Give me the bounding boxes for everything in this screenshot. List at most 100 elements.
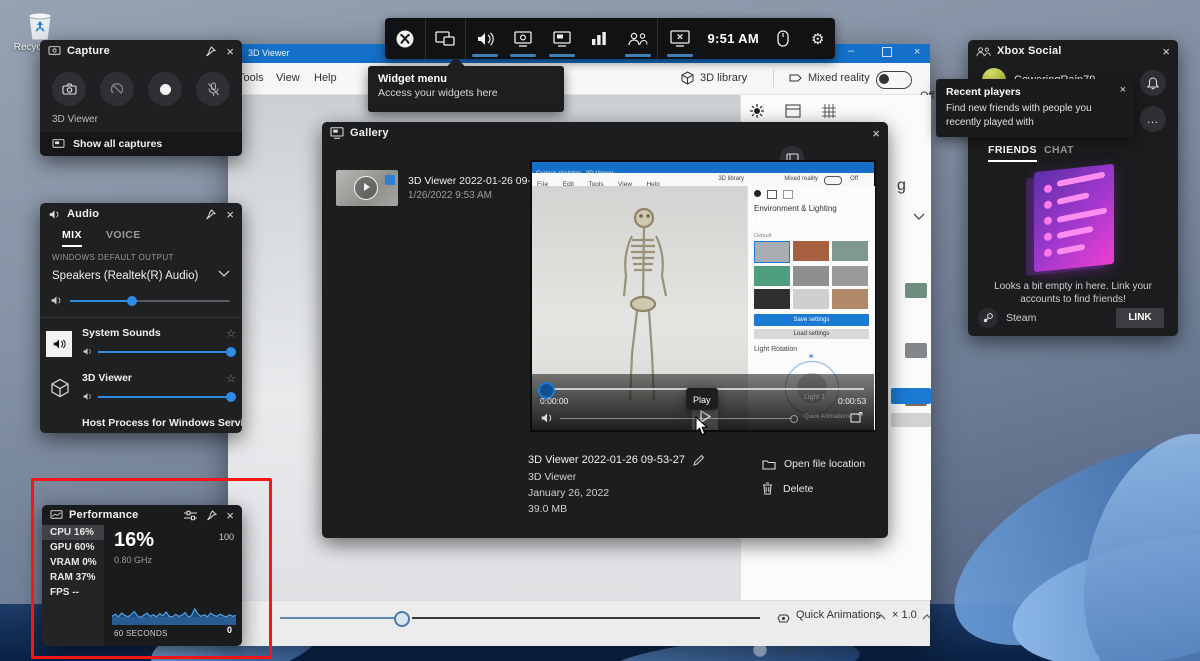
settings-button[interactable]: ⚙	[800, 19, 835, 59]
metric-value: 37%	[76, 572, 96, 583]
load-settings-button-partial[interactable]	[891, 413, 931, 427]
grid-tab-icon[interactable]	[821, 103, 837, 119]
xbox-home-button[interactable]	[385, 19, 425, 59]
favorite-star-icon[interactable]: ☆	[226, 327, 236, 340]
open-file-location-button[interactable]: Open file location	[762, 458, 865, 470]
audio-widget-button[interactable]	[466, 19, 504, 59]
mic-muted-button[interactable]	[196, 72, 230, 106]
metric-value: 60%	[74, 542, 94, 553]
volume-track[interactable]	[560, 418, 792, 419]
channel-volume-thumb[interactable]	[226, 347, 236, 357]
delete-button[interactable]: Delete	[762, 482, 865, 495]
record-dot-icon	[160, 84, 171, 95]
metric-row-fps[interactable]: FPS --	[42, 585, 104, 600]
gallery-widget-button[interactable]	[542, 19, 580, 59]
pin-icon[interactable]	[205, 209, 216, 220]
favorite-star-icon[interactable]: ☆	[226, 417, 236, 430]
minimize-icon[interactable]: –	[848, 42, 854, 61]
video-panel-icon	[767, 190, 777, 199]
capture-title: Capture	[67, 45, 110, 57]
stats-tab-icon[interactable]	[785, 103, 801, 119]
speed-label[interactable]: × 1.0	[892, 609, 917, 621]
tab-chat[interactable]: CHAT	[1044, 144, 1074, 156]
metric-row-vram[interactable]: VRAM 0%	[42, 555, 104, 570]
timeline-thumb[interactable]	[394, 611, 410, 627]
capture-widget-button[interactable]	[504, 19, 542, 59]
chevron-down-icon[interactable]	[913, 213, 925, 221]
link-button[interactable]: LINK	[1116, 308, 1164, 328]
rename-pencil-icon[interactable]	[693, 454, 705, 466]
output-device-dropdown[interactable]: Speakers (Realtek(R) Audio)	[52, 266, 230, 286]
3d-library-button[interactable]: 3D library	[700, 63, 747, 94]
gallery-titlebar[interactable]: Gallery ×	[322, 122, 888, 144]
tab-friends[interactable]: FRIENDS	[988, 144, 1037, 162]
master-volume-slider[interactable]	[70, 300, 230, 302]
close-icon[interactable]: ×	[1120, 85, 1126, 96]
notifications-button[interactable]	[1140, 70, 1166, 96]
options-sliders-icon[interactable]	[184, 510, 197, 521]
audio-titlebar[interactable]: Audio ×	[40, 203, 242, 225]
video-save-button: Save settings	[754, 314, 869, 326]
show-all-captures-button[interactable]: Show all captures	[40, 132, 242, 156]
close-icon[interactable]: ×	[226, 45, 234, 58]
chevron-up-icon[interactable]	[876, 614, 886, 620]
channel-volume-slider[interactable]	[98, 351, 236, 353]
close-icon[interactable]: ×	[226, 509, 234, 522]
close-icon[interactable]: ×	[872, 127, 880, 140]
tab-mix[interactable]: MIX	[62, 229, 82, 247]
widget-menu-icon	[435, 31, 455, 47]
metric-row-gpu[interactable]: GPU 60%	[42, 540, 104, 555]
menu-view[interactable]: View	[276, 63, 300, 94]
volume-icon[interactable]	[540, 412, 554, 424]
capture-thumbnail[interactable]	[336, 170, 398, 206]
record-last-button[interactable]	[100, 72, 134, 106]
master-volume-thumb[interactable]	[127, 296, 137, 306]
tooltip-body: Find new friends with people you recentl…	[946, 102, 1124, 129]
tab-voice[interactable]: VOICE	[106, 229, 141, 241]
metric-name: RAM	[50, 572, 73, 583]
favorite-star-icon[interactable]: ☆	[226, 372, 236, 385]
mixed-reality-toggle[interactable]	[876, 71, 912, 89]
channel-volume-slider[interactable]	[98, 396, 236, 398]
menu-help[interactable]: Help	[314, 63, 337, 94]
capture-actions: Open file location Delete	[762, 458, 865, 495]
start-recording-button[interactable]	[148, 72, 182, 106]
theme-swatch[interactable]	[905, 283, 927, 298]
capture-widget: Capture × 3D Viewer Show all captures	[40, 40, 242, 156]
video-theme-swatch	[793, 289, 829, 309]
chevron-up-icon[interactable]	[922, 614, 932, 620]
metric-row-ram[interactable]: RAM 37%	[42, 570, 104, 585]
screenshot-button[interactable]	[52, 72, 86, 106]
broadcast-button[interactable]	[658, 19, 700, 59]
widget-menu-button[interactable]	[426, 19, 464, 59]
channel-volume-thumb[interactable]	[226, 392, 236, 402]
capture-titlebar[interactable]: Capture ×	[40, 40, 242, 62]
save-settings-button-partial[interactable]	[891, 388, 931, 404]
theme-swatch[interactable]	[905, 343, 927, 358]
close-icon[interactable]: ×	[1162, 45, 1170, 58]
video-player[interactable]: Curious skeleton - 3D Viewer File Edit T…	[530, 160, 876, 432]
gallery-list-item[interactable]: 3D Viewer 2022-01-26 09-5... 1/26/2022 9…	[336, 170, 532, 210]
steam-label: Steam	[1006, 312, 1036, 324]
quick-animations-label[interactable]: Quick Animations	[796, 609, 881, 621]
pin-icon[interactable]	[206, 510, 217, 521]
close-icon[interactable]: ×	[226, 208, 234, 221]
social-titlebar[interactable]: Xbox Social ×	[968, 40, 1178, 62]
pin-icon[interactable]	[205, 46, 216, 57]
close-icon[interactable]: ×	[914, 43, 920, 62]
lighting-tab-icon[interactable]	[749, 103, 765, 119]
video-themes-label: Themes	[748, 213, 875, 231]
desktop-screen: Recycle Bin 3D Viewer – × Tools View Hel…	[0, 0, 1200, 661]
more-button[interactable]: …	[1140, 106, 1166, 132]
maximize-icon[interactable]	[882, 47, 892, 57]
performance-titlebar[interactable]: Performance ×	[42, 505, 242, 525]
metric-row-cpu[interactable]: CPU 16%	[42, 525, 104, 540]
capture-item-date: 1/26/2022 9:53 AM	[408, 190, 492, 201]
ghost-slider-dot	[790, 415, 798, 423]
mouse-mode-button[interactable]	[766, 19, 801, 59]
axis-bottom: 0	[227, 625, 232, 635]
social-widget-button[interactable]	[619, 19, 657, 59]
popout-icon[interactable]	[850, 412, 863, 423]
performance-widget-button[interactable]	[581, 19, 619, 59]
quick-animations-icon	[776, 612, 791, 625]
